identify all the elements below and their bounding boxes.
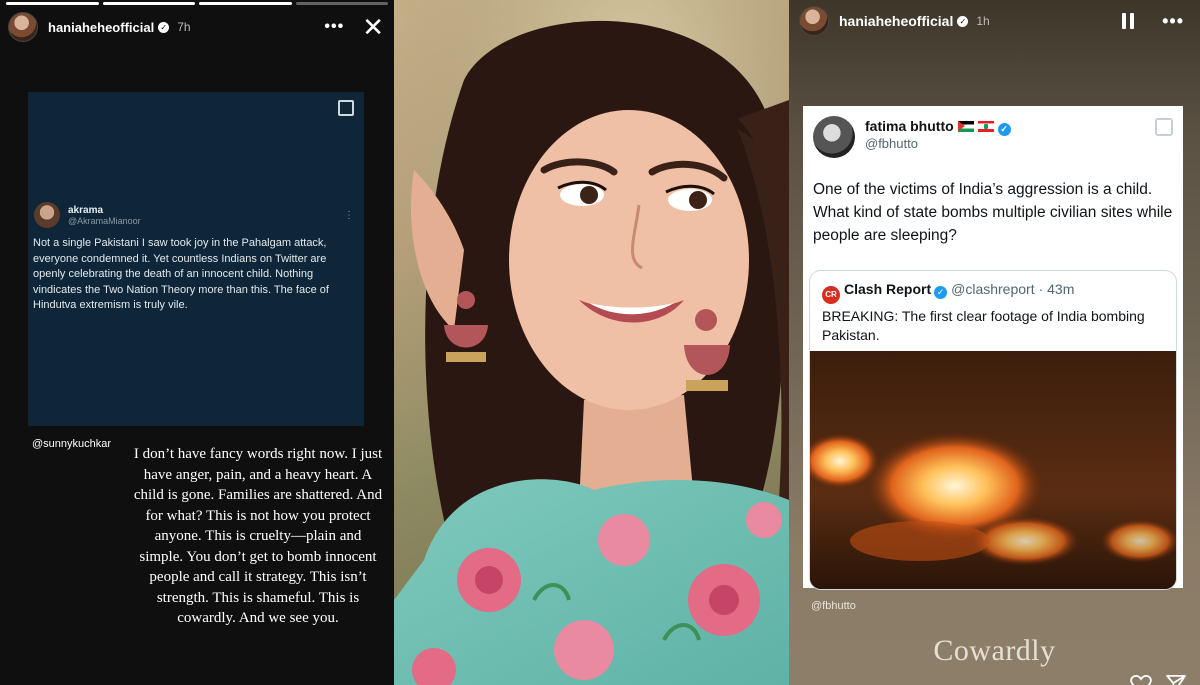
verified-badge-icon: ✓ [957, 15, 969, 27]
username[interactable]: haniaheheofficial [839, 13, 953, 29]
progress-segment [295, 2, 388, 5]
tweet-text: One of the victims of India’s aggression… [813, 181, 1173, 244]
verified-badge-icon: ✓ [997, 123, 1011, 136]
username[interactable]: haniaheheofficial [48, 20, 154, 35]
more-options-icon[interactable]: ••• [324, 18, 344, 36]
story-header: haniaheheofficial ✓ 7h ••• ✕ [0, 10, 394, 44]
tweet-author: akrama @AkramaMianoor [34, 202, 141, 228]
heart-icon[interactable] [1130, 675, 1152, 685]
progress-segment [6, 2, 99, 5]
more-options-icon[interactable]: ••• [1162, 11, 1184, 32]
palestine-flag-icon [957, 121, 974, 132]
explosion-illustration [810, 351, 1176, 589]
tweet-screenshot: akrama @AkramaMianoor ⋮ Not a single Pak… [28, 92, 364, 426]
tweet-author: fatima bhutto ✓ [865, 118, 1011, 136]
tweet-author-name: akrama [68, 204, 104, 216]
quoted-time: · 43m [1038, 281, 1075, 297]
portrait-illustration [394, 0, 789, 685]
post-time: 7h [177, 20, 191, 34]
quoted-author-handle: @clashreport [951, 281, 1035, 297]
story-caption: Cowardly [933, 634, 1056, 667]
story-actions [1130, 675, 1186, 685]
tweet-text: Not a single Pakistani I saw took joy in… [33, 237, 329, 311]
send-icon[interactable] [1166, 675, 1186, 685]
post-time: 1h [976, 14, 990, 28]
progress-segment [102, 2, 195, 5]
tweet-avatar [813, 116, 855, 158]
avatar[interactable] [799, 6, 829, 36]
copy-icon [338, 100, 354, 116]
quoted-tweet-text: BREAKING: The first clear footage of Ind… [822, 308, 1145, 343]
mention-sticker[interactable]: @sunnykuchkar [32, 438, 111, 450]
tweet-author-handle: @fbhutto [865, 136, 918, 151]
left-story: haniaheheofficial ✓ 7h ••• ✕ akrama @Akr… [0, 0, 394, 685]
mention-sticker[interactable]: @fbhutto [811, 600, 856, 612]
lebanon-flag-icon [977, 121, 994, 132]
right-story: haniaheheofficial ✓ 1h ••• fatima bhutto… [789, 0, 1200, 685]
tweet-more-icon: ⋮ [344, 210, 354, 221]
pause-icon[interactable] [1122, 13, 1135, 29]
quoted-tweet: CR Clash Report ✓ @clashreport · 43m BREAKIN… [809, 270, 1177, 590]
tweet-screenshot: fatima bhutto ✓ @fbhutto One of the victi… [803, 106, 1183, 590]
tweet-avatar [34, 202, 60, 228]
verified-badge-icon: ✓ [158, 21, 170, 33]
copy-icon [1155, 118, 1173, 136]
quoted-author-name: Clash Report [844, 281, 932, 297]
explosion-video-frame [810, 351, 1176, 589]
story-caption: I don’t have fancy words right now. I ju… [133, 446, 383, 626]
tweet-author-name: fatima bhutto [865, 118, 954, 134]
screenshot-collage: haniaheheofficial ✓ 7h ••• ✕ akrama @Akr… [0, 0, 1200, 685]
story-header: haniaheheofficial ✓ 1h ••• [789, 4, 1200, 38]
verified-badge-icon: ✓ [934, 286, 948, 299]
story-progress-bar [6, 2, 388, 5]
portrait-photo [394, 0, 789, 685]
tweet-author-handle: @AkramaMianoor [68, 215, 141, 226]
close-icon[interactable]: ✕ [362, 14, 384, 40]
progress-segment [199, 2, 292, 5]
clash-report-logo-icon: CR [822, 285, 840, 304]
quoted-tweet-header: CR Clash Report ✓ @clashreport · 43m [822, 281, 1074, 304]
avatar[interactable] [8, 12, 38, 42]
